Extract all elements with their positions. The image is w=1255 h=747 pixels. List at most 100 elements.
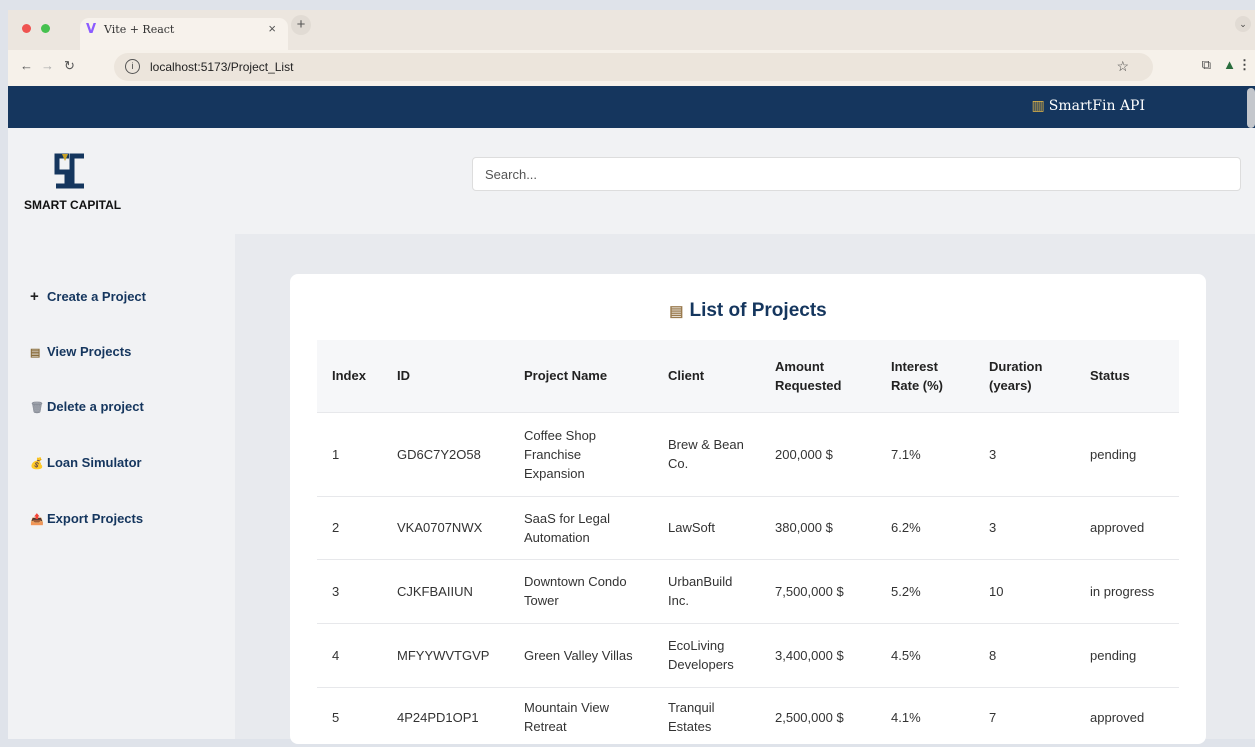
cell-status: approved: [1075, 495, 1179, 559]
table-row[interactable]: 5 4P24PD1OP1 Mountain View Retreat Tranq…: [317, 686, 1179, 747]
plus-icon: +: [30, 288, 39, 305]
sidebar-item-export-projects[interactable]: 📤 Export Projects: [30, 511, 143, 526]
tab-close-icon[interactable]: ×: [268, 21, 276, 36]
page-title-text: List of Projects: [689, 300, 827, 321]
money-bag-icon: 💰: [30, 458, 44, 470]
cell-amount: 3,400,000 $: [760, 622, 876, 687]
cell-status: in progress: [1075, 558, 1179, 623]
close-window-button[interactable]: [22, 24, 31, 33]
extensions-puzzle-icon[interactable]: ⧉: [1202, 57, 1211, 73]
tab-title: Vite + React: [104, 23, 175, 36]
table-row[interactable]: 3 CJKFBAIIUN Downtown Condo Tower UrbanB…: [317, 558, 1179, 623]
cell-index: 4: [317, 622, 382, 687]
projects-table: Index ID Project Name Client Amount Requ…: [317, 340, 1179, 747]
table-header-row: Index ID Project Name Client Amount Requ…: [317, 340, 1179, 412]
sidebar-item-delete-project[interactable]: 🗑 Delete a project: [30, 399, 144, 414]
cell-client: UrbanBuild Inc.: [653, 558, 760, 623]
cell-amount: 7,500,000 $: [760, 558, 876, 623]
maximize-window-button[interactable]: [41, 24, 50, 33]
cell-id: 4P24PD1OP1: [382, 686, 509, 747]
cell-duration: 7: [974, 686, 1075, 747]
cell-amount: 2,500,000 $: [760, 686, 876, 747]
cell-index: 5: [317, 686, 382, 747]
sidebar-item-loan-simulator[interactable]: 💰 Loan Simulator: [30, 455, 142, 470]
content-area: ▤ List of Projects Index ID Project Name …: [235, 234, 1255, 747]
sidebar-item-create-project[interactable]: + Create a Project: [30, 288, 146, 305]
browser-toolbar: ← → ↻ i localhost:5173/Project_List ☆ ⧉ …: [8, 50, 1255, 86]
sidebar-item-label: Delete a project: [47, 399, 144, 414]
logo-text: SMART CAPITAL: [24, 198, 122, 212]
clipboard-icon: ▤: [30, 347, 41, 359]
new-tab-button[interactable]: +: [291, 15, 311, 35]
app-body: SMART CAPITAL + Create a Project ▤ View Pr…: [8, 128, 1255, 747]
cell-status: pending: [1075, 411, 1179, 496]
cell-id: CJKFBAIIUN: [382, 558, 509, 623]
column-header-duration[interactable]: Duration (years): [974, 340, 1075, 412]
sidebar-item-label: Loan Simulator: [47, 455, 142, 470]
brand: ▥ SmartFin API: [1032, 98, 1145, 114]
bookmark-star-icon[interactable]: ☆: [1116, 58, 1129, 75]
page-title: ▤ List of Projects: [290, 300, 1206, 322]
cell-project-name: Green Valley Villas: [509, 622, 653, 687]
cell-index: 1: [317, 411, 382, 496]
bank-icon: ▥: [1031, 98, 1045, 114]
column-header-amount[interactable]: Amount Requested: [760, 340, 876, 412]
cell-amount: 200,000 $: [760, 411, 876, 496]
sidebar-item-label: View Projects: [47, 344, 132, 359]
cell-index: 3: [317, 558, 382, 623]
table-row[interactable]: 1 GD6C7Y2O58 Coffee Shop Franchise Expan…: [317, 411, 1179, 496]
vite-favicon-icon: V: [86, 22, 97, 37]
clipboard-icon: ▤: [669, 303, 684, 320]
cell-duration: 10: [974, 558, 1075, 623]
export-icon: 📤: [30, 514, 44, 526]
cell-interest-rate: 6.2%: [876, 495, 974, 559]
cell-interest-rate: 4.5%: [876, 622, 974, 687]
cell-status: approved: [1075, 686, 1179, 747]
cell-amount: 380,000 $: [760, 495, 876, 559]
address-bar[interactable]: i localhost:5173/Project_List ☆: [114, 53, 1153, 81]
smart-capital-logo-icon: [54, 153, 84, 189]
cell-interest-rate: 7.1%: [876, 411, 974, 496]
cell-client: Tranquil Estates: [653, 686, 760, 747]
sidebar-item-label: Create a Project: [47, 289, 146, 304]
forward-arrow-icon[interactable]: →: [41, 58, 54, 73]
cell-id: GD6C7Y2O58: [382, 411, 509, 496]
column-header-index[interactable]: Index: [317, 340, 382, 412]
smart-capital-logo[interactable]: SMART CAPITAL: [24, 148, 121, 218]
cell-project-name: Downtown Condo Tower: [509, 558, 653, 623]
kebab-menu-icon[interactable]: ⋮: [1238, 57, 1251, 73]
cell-project-name: Coffee Shop Franchise Expansion: [509, 411, 653, 496]
cell-interest-rate: 4.1%: [876, 686, 974, 747]
site-info-icon[interactable]: i: [125, 59, 140, 74]
back-arrow-icon[interactable]: ←: [20, 58, 33, 73]
column-header-client[interactable]: Client: [653, 340, 760, 412]
reload-icon[interactable]: ↻: [64, 58, 75, 74]
cell-index: 2: [317, 495, 382, 559]
page-scrollbar-thumb[interactable]: [1247, 88, 1255, 128]
cell-id: VKA0707NWX: [382, 495, 509, 559]
app-header: ▥ SmartFin API: [8, 86, 1255, 128]
sidebar-item-view-projects[interactable]: ▤ View Projects: [30, 344, 131, 359]
table-row[interactable]: 2 VKA0707NWX SaaS for Legal Automation L…: [317, 495, 1179, 559]
cell-client: LawSoft: [653, 495, 760, 559]
cell-project-name: Mountain View Retreat: [509, 686, 653, 747]
column-header-project-name[interactable]: Project Name: [509, 340, 653, 412]
projects-card: ▤ List of Projects Index ID Project Name …: [290, 274, 1206, 747]
column-header-id[interactable]: ID: [382, 340, 509, 412]
cell-duration: 3: [974, 495, 1075, 559]
table-row[interactable]: 4 MFYYWVTGVP Green Valley Villas EcoLivi…: [317, 622, 1179, 687]
column-header-status[interactable]: Status: [1075, 340, 1179, 412]
cell-id: MFYYWVTGVP: [382, 622, 509, 687]
cell-project-name: SaaS for Legal Automation: [509, 495, 653, 559]
url-text[interactable]: localhost:5173/Project_List: [150, 60, 293, 74]
browser-tab[interactable]: V Vite + React ×: [80, 18, 288, 50]
browser-tab-strip: V Vite + React × + ⌄: [8, 10, 1255, 50]
tab-search-chevron-icon[interactable]: ⌄: [1235, 16, 1251, 32]
column-header-interest-rate[interactable]: Interest Rate (%): [876, 340, 974, 412]
brand-name: SmartFin API: [1048, 98, 1145, 114]
profile-extension-icon[interactable]: ▲: [1223, 57, 1236, 72]
cell-duration: 8: [974, 622, 1075, 687]
sidebar-item-label: Export Projects: [47, 511, 144, 526]
search-input[interactable]: [472, 157, 1241, 191]
cell-status: pending: [1075, 622, 1179, 687]
